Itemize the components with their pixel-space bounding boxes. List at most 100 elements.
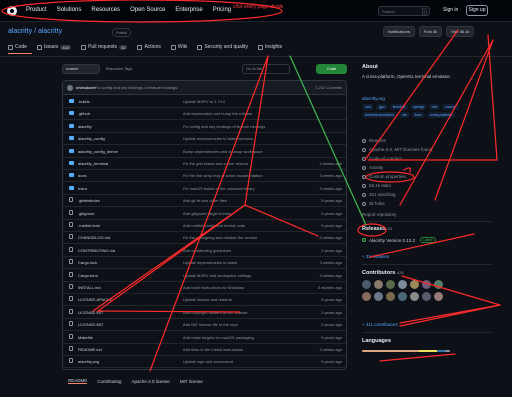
- file-row[interactable]: README.md Add links to the install instru…: [63, 343, 346, 356]
- website-link[interactable]: alacritty.org: [362, 96, 385, 101]
- file-row[interactable]: alacritty_config_derive Bump dependencies…: [63, 145, 346, 158]
- avatar[interactable]: [386, 292, 395, 301]
- activity-link[interactable]: Activity: [362, 165, 383, 170]
- file-commit-message[interactable]: Update dependencies to latest versions: [183, 136, 253, 141]
- file-row[interactable]: alacritty_terminal Fix the grid resize an…: [63, 157, 346, 170]
- file-commit-message[interactable]: Bump dependencies and cleanup workspace: [183, 149, 263, 154]
- topic-tag[interactable]: gpu: [375, 104, 388, 110]
- tab-pull-requests[interactable]: Pull requests 42: [81, 44, 128, 50]
- topic-tag[interactable]: cross-platform: [426, 112, 456, 118]
- tab-insights[interactable]: Insights: [257, 44, 282, 50]
- topic-tag[interactable]: bsd: [428, 104, 441, 110]
- file-row[interactable]: LICENSE-MIT Add copyright holders of MIT …: [63, 306, 346, 319]
- file-name[interactable]: Cargo.toml: [78, 273, 98, 278]
- file-name[interactable]: README.md: [78, 347, 102, 352]
- file-name[interactable]: LICENSE-MIT: [78, 310, 103, 315]
- file-row[interactable]: INSTALL.md Add build instructions for Win…: [63, 281, 346, 294]
- file-name[interactable]: .gitattributes: [78, 198, 100, 203]
- topic-tag[interactable]: terminal: [389, 104, 409, 110]
- nav-open-source[interactable]: Open Source: [130, 7, 165, 13]
- repo-name-link[interactable]: alacritty: [38, 28, 62, 35]
- commit-message[interactable]: Fix config and key bindings of feature b…: [95, 85, 177, 90]
- avatar[interactable]: [398, 280, 407, 289]
- file-name[interactable]: CHANGELOG.md: [78, 235, 110, 240]
- file-commit-message[interactable]: Add build instructions for Windows: [183, 285, 244, 290]
- file-name[interactable]: CONTRIBUTING.md: [78, 248, 115, 253]
- file-name[interactable]: alacritty.png: [78, 359, 99, 364]
- file-commit-message[interactable]: Add make targets for macOS packaging: [183, 335, 254, 340]
- go-to-file-input[interactable]: Go to file: [242, 64, 290, 74]
- file-row[interactable]: alacritty Fix config and key bindings of …: [63, 120, 346, 133]
- file-row[interactable]: .github Add dependabot and bump the relea…: [63, 107, 346, 121]
- tab-code[interactable]: Code: [8, 44, 27, 50]
- code-of-conduct-link[interactable]: Code of conduct: [362, 156, 402, 161]
- file-row[interactable]: Makefile Add make targets for macOS packa…: [63, 331, 346, 344]
- sign-in-link[interactable]: Sign in: [443, 7, 458, 13]
- file-commit-message[interactable]: Add rustfmt config and format code: [183, 223, 245, 228]
- file-commit-message[interactable]: Add links to the install instructions: [183, 347, 243, 352]
- more-releases-link[interactable]: + 32 releases: [362, 254, 389, 259]
- topic-tag[interactable]: rust: [362, 104, 374, 110]
- branches-tags-links[interactable]: Branches Tags: [106, 66, 132, 71]
- tab-wiki[interactable]: Wiki: [170, 44, 187, 50]
- avatar[interactable]: [374, 292, 383, 301]
- contributors-heading[interactable]: Contributors 425: [362, 270, 404, 276]
- file-name[interactable]: alacritty_config: [78, 136, 105, 141]
- readme-tab[interactable]: README: [68, 378, 88, 384]
- file-commit-message[interactable]: Update MSRV to 1.74.0: [183, 99, 225, 104]
- file-row[interactable]: .builds Update MSRV to 1.74.0: [63, 95, 346, 108]
- stars-link[interactable]: 56.1k stars: [362, 183, 391, 188]
- nav-product[interactable]: Product: [26, 7, 47, 13]
- file-name[interactable]: Cargo.lock: [78, 260, 97, 265]
- file-commit-message[interactable]: Add git lfs and other files: [183, 198, 227, 203]
- file-commit-message[interactable]: Add contributing guidelines: [183, 248, 231, 253]
- tab-issues[interactable]: Issues 843: [36, 44, 72, 50]
- star-button[interactable]: Star 56.1k: [446, 26, 475, 37]
- file-row[interactable]: LICENSE-MIT Add MIT license file to the r…: [63, 318, 346, 332]
- file-commit-message[interactable]: Add MIT license file to the repo: [183, 322, 238, 327]
- nav-solutions[interactable]: Solutions: [57, 7, 82, 13]
- file-commit-message[interactable]: Update license and readme: [183, 297, 232, 302]
- topic-tag[interactable]: opengl: [410, 104, 427, 110]
- file-commit-message[interactable]: Add gitignore target entries: [183, 211, 231, 216]
- tab-actions[interactable]: Actions: [137, 44, 161, 50]
- releases-heading[interactable]: Releases 33: [362, 226, 392, 232]
- nav-enterprise[interactable]: Enterprise: [175, 7, 202, 13]
- avatar[interactable]: [374, 280, 383, 289]
- file-commit-message[interactable]: Update logo and screenshot: [183, 359, 233, 364]
- avatar[interactable]: [422, 280, 431, 289]
- avatar[interactable]: [422, 292, 431, 301]
- file-name[interactable]: .rustfmt.toml: [78, 223, 100, 228]
- mit-license-tab[interactable]: MIT license: [180, 379, 203, 384]
- file-row[interactable]: CHANGELOG.md Fix the changelog and releas…: [63, 231, 346, 245]
- file-row[interactable]: alacritty_config Update dependencies to l…: [63, 132, 346, 146]
- file-name[interactable]: LICENSE-APACHE: [78, 297, 113, 302]
- file-commit-message[interactable]: Fix macOS builds of the universal binary: [183, 186, 255, 191]
- file-commit-message[interactable]: Fix config and key bindings of feature b…: [183, 124, 265, 129]
- topic-tag[interactable]: terminal-emulators: [362, 112, 397, 118]
- file-name[interactable]: LICENSE-MIT: [78, 322, 103, 327]
- file-row[interactable]: Cargo.toml Update MSRV and workspace sett…: [63, 269, 346, 282]
- commit-count[interactable]: 2,232 Commits: [315, 85, 342, 90]
- branch-select-button[interactable]: master: [62, 64, 100, 74]
- topic-tag[interactable]: linux: [411, 112, 425, 118]
- nav-pricing[interactable]: Pricing: [213, 7, 231, 13]
- file-commit-message[interactable]: Update dependencies to latest: [183, 260, 237, 265]
- report-repository-link[interactable]: Report repository: [362, 212, 397, 217]
- file-name[interactable]: INSTALL.md: [78, 285, 101, 290]
- file-row[interactable]: alacritty.png Update logo and screenshot 5…: [63, 355, 346, 369]
- file-name[interactable]: .github: [78, 111, 90, 116]
- file-row[interactable]: LICENSE-APACHE Update license and readme 5…: [63, 293, 346, 307]
- file-row[interactable]: .gitattributes Add git lfs and other file…: [63, 194, 346, 208]
- file-name[interactable]: alacritty_config_derive: [78, 149, 118, 154]
- file-commit-message[interactable]: Fix the grid resize and cursor restore: [183, 161, 248, 166]
- avatar[interactable]: [410, 292, 419, 301]
- custom-properties-link[interactable]: Custom properties: [362, 174, 406, 179]
- file-name[interactable]: alacritty_terminal: [78, 161, 108, 166]
- file-name[interactable]: alacritty: [78, 124, 92, 129]
- avatar[interactable]: [386, 280, 395, 289]
- apache-license-tab[interactable]: Apache-2.0 license: [132, 379, 170, 384]
- file-row[interactable]: Cargo.lock Update dependencies to latest 3…: [63, 256, 346, 270]
- nav-resources[interactable]: Resources: [91, 7, 120, 13]
- forks-link[interactable]: 3k forks: [362, 201, 385, 206]
